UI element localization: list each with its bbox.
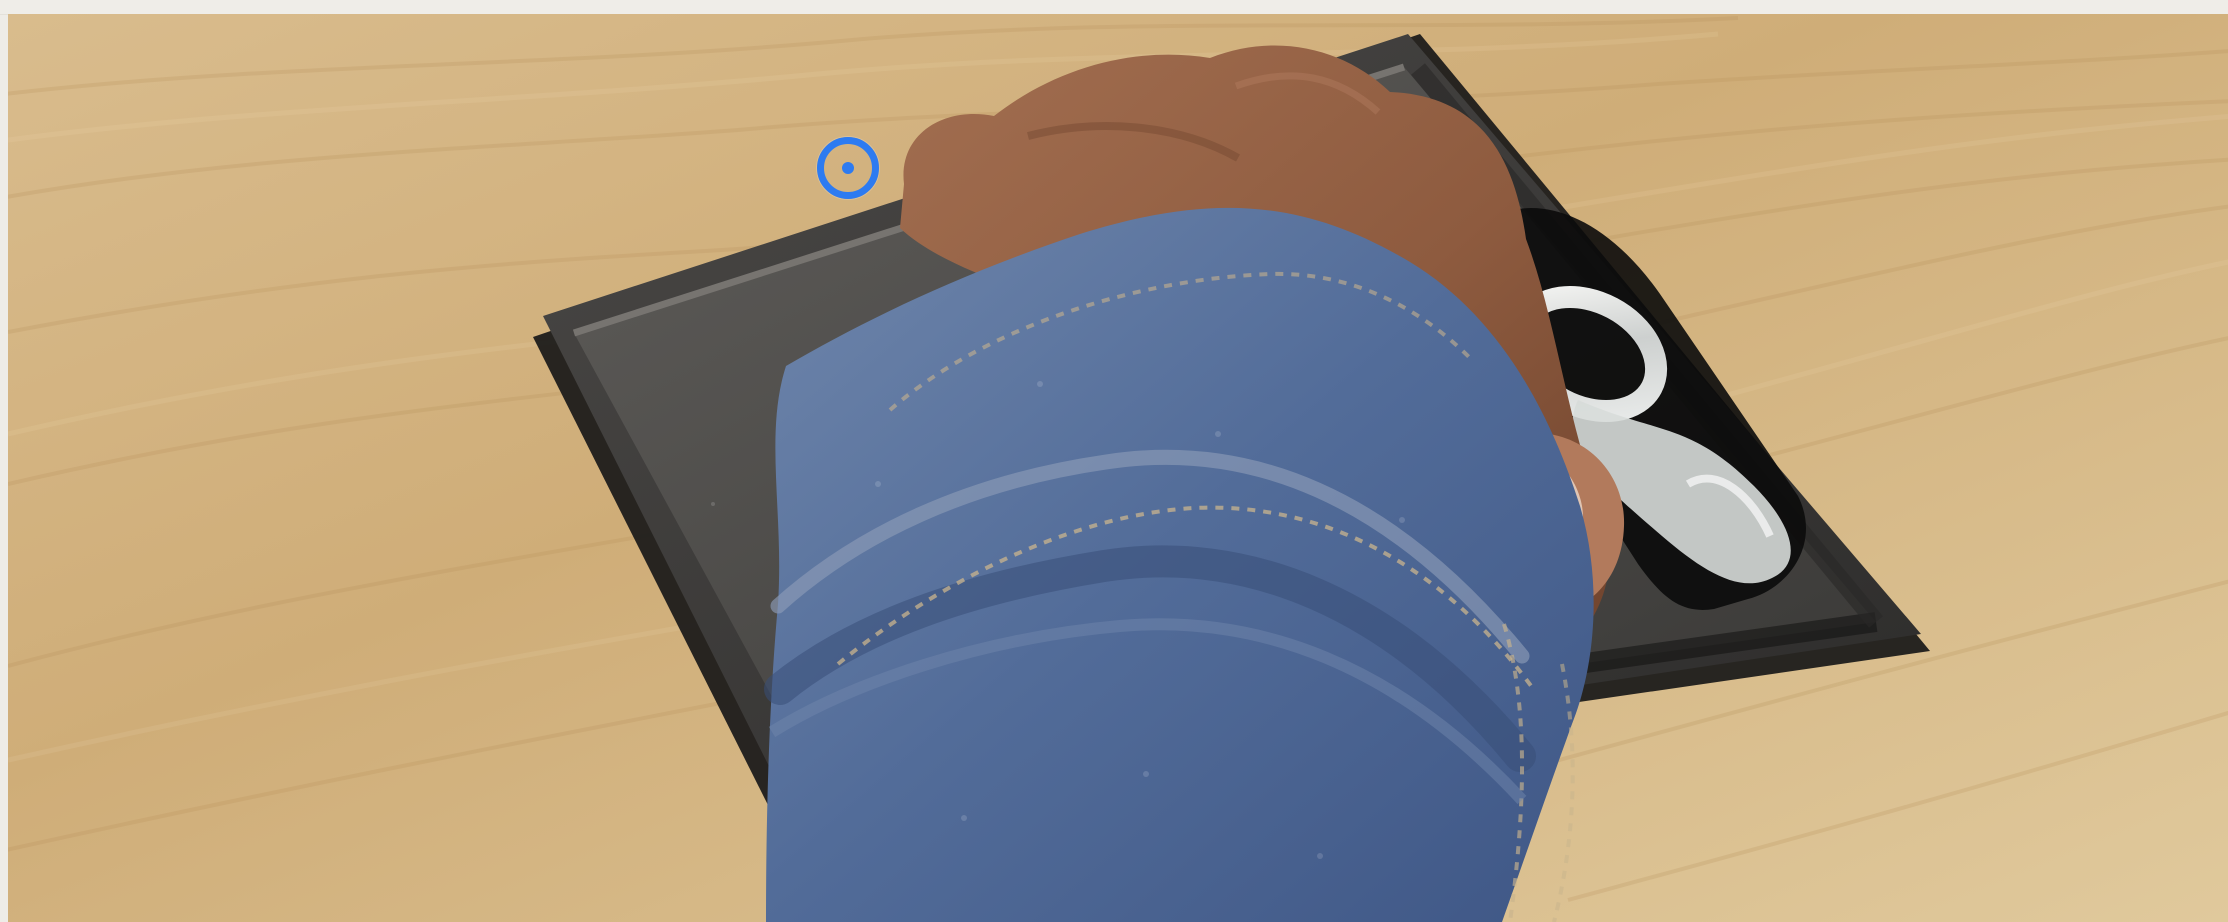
top-border	[0, 0, 2228, 15]
video-frame[interactable]	[8, 14, 2228, 922]
target-icon[interactable]	[817, 137, 879, 199]
screen	[0, 0, 2228, 922]
video-image	[8, 14, 2228, 922]
target-center-icon	[842, 162, 854, 174]
